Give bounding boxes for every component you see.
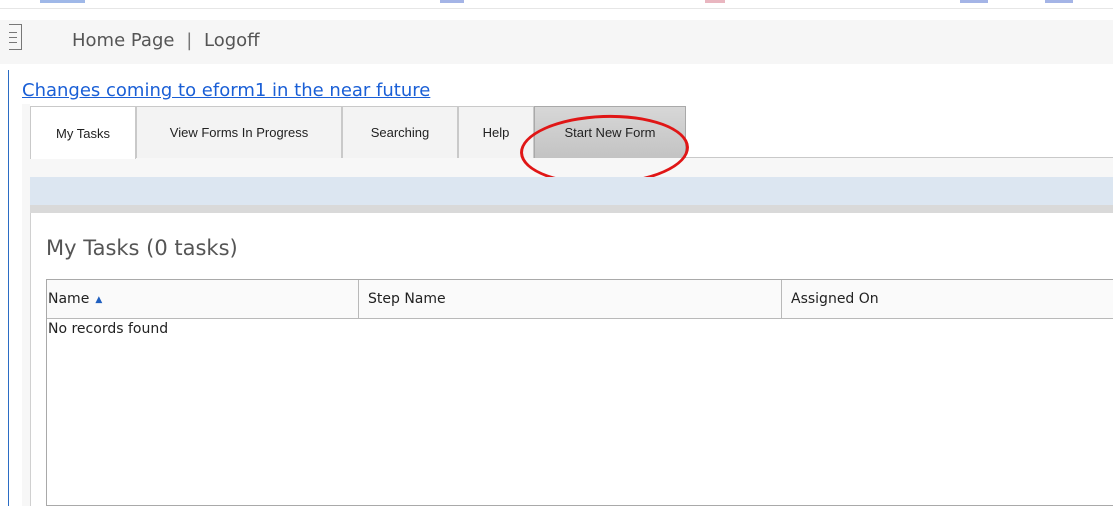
- column-header-name[interactable]: Name ▲: [47, 280, 357, 318]
- tab-label: My Tasks: [56, 125, 110, 141]
- tab-start-new-form[interactable]: Start New Form: [534, 106, 686, 158]
- top-nav: Home Page | Logoff: [72, 30, 260, 51]
- tab-label: Searching: [370, 125, 430, 140]
- tasks-heading: My Tasks (0 tasks): [46, 236, 238, 260]
- home-page-link[interactable]: Home Page: [72, 30, 174, 51]
- tab-label: Help: [482, 125, 510, 140]
- logoff-link[interactable]: Logoff: [204, 30, 260, 51]
- tab-view-forms-in-progress[interactable]: View Forms In Progress: [136, 106, 342, 158]
- column-header-assigned-on[interactable]: Assigned On: [781, 280, 1113, 318]
- tasks-grid: Name ▲ Step Name Assigned On No records f…: [46, 279, 1113, 506]
- tab-searching[interactable]: Searching: [342, 106, 458, 158]
- announcement-link[interactable]: Changes coming to eform1 in the near fut…: [22, 80, 430, 101]
- tab-help[interactable]: Help: [458, 106, 534, 158]
- tab-my-tasks[interactable]: My Tasks: [30, 106, 136, 159]
- tab-label: View Forms In Progress: [169, 125, 309, 140]
- tab-label: Start New Form: [564, 125, 656, 140]
- column-label: Name: [48, 291, 90, 307]
- column-label: Assigned On: [791, 291, 879, 307]
- toolbar-band: [30, 177, 1113, 205]
- browser-top-strip: [0, 0, 1113, 9]
- sort-ascending-icon[interactable]: ▲: [95, 295, 102, 305]
- nav-separator: |: [186, 30, 193, 51]
- toolbar-divider: [30, 205, 1113, 213]
- grid-header: Name ▲ Step Name Assigned On: [47, 280, 1113, 319]
- page-left-border: [8, 70, 9, 506]
- hamburger-menu-icon[interactable]: [9, 24, 22, 50]
- empty-message: No records found: [48, 321, 169, 337]
- column-label: Step Name: [368, 291, 446, 307]
- column-header-step-name[interactable]: Step Name: [358, 280, 781, 318]
